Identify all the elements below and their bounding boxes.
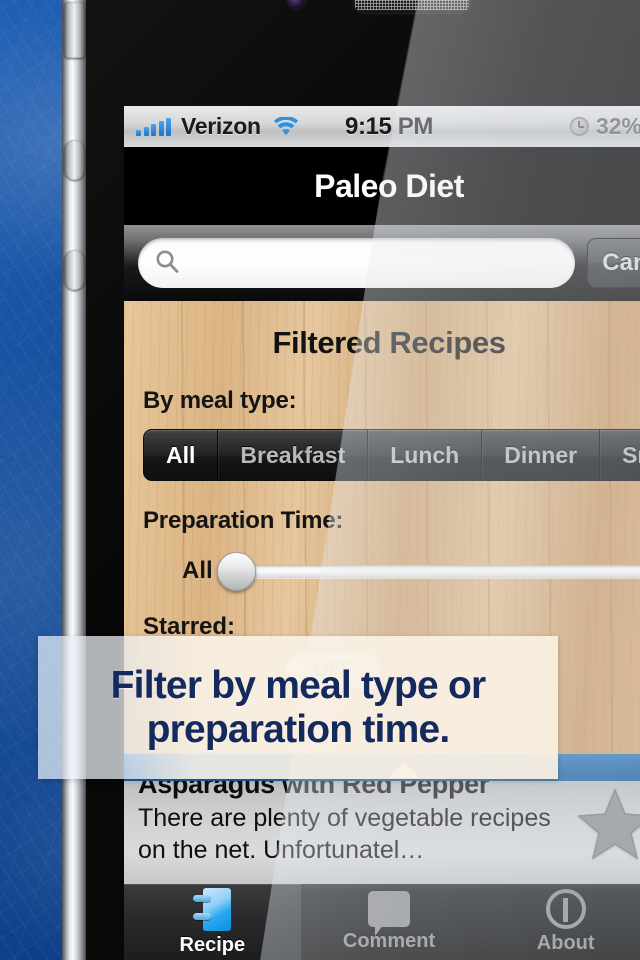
speech-bubble-icon (368, 891, 410, 936)
tab-recipe[interactable]: Recipe (124, 884, 301, 960)
search-input[interactable] (190, 251, 560, 275)
wifi-icon (273, 115, 299, 137)
table-row[interactable]: Asparagus with Red Pepper There are plen… (124, 781, 640, 884)
prep-time-slider[interactable] (216, 551, 640, 591)
meal-type-label: By meal type: (143, 387, 297, 414)
caption-overlay: Filter by meal type or preparation time. (38, 636, 558, 779)
battery-area: 32% (569, 113, 640, 140)
search-field-wrapper[interactable] (138, 238, 576, 288)
phone-screen: Verizon 9:15 PM 32% Paleo Diet Ca Filter… (124, 106, 640, 960)
search-icon (154, 248, 180, 279)
clock-icon (569, 117, 589, 136)
prep-time-slider-row: All (182, 551, 640, 591)
nav-bar: Paleo Diet (124, 147, 640, 225)
caption-line-2: preparation time. (146, 707, 451, 751)
tab-comment-label: Comment (342, 930, 436, 952)
segment-dinner[interactable]: Dinner (482, 430, 601, 480)
filtered-recipes-heading: Filtered Recipes (272, 325, 506, 360)
meal-type-segmented-control[interactable]: All Breakfast Lunch Dinner Snack (143, 429, 640, 481)
tab-recipe-label: Recipe (179, 933, 246, 956)
volume-down-button[interactable] (64, 250, 85, 290)
info-circle-icon (545, 889, 586, 929)
battery-percent: 32% (595, 113, 640, 139)
tab-comment[interactable]: Comment (301, 884, 478, 960)
recipe-title: Asparagus with Red Pepper (138, 781, 490, 799)
star-outline-icon[interactable] (577, 787, 640, 860)
volume-up-button[interactable] (64, 140, 85, 180)
search-bar: Cancel (124, 225, 640, 301)
recipe-description: There are plenty of vegetable recipes on… (138, 804, 551, 864)
segment-all[interactable]: All (144, 430, 219, 480)
segment-breakfast[interactable]: Breakfast (218, 430, 369, 480)
tab-about-label: About (536, 932, 595, 954)
segment-lunch[interactable]: Lunch (368, 430, 483, 480)
cancel-button[interactable]: Cancel (587, 238, 640, 288)
carrier-label: Verizon (181, 113, 261, 139)
prep-time-label: Preparation Time: (143, 507, 344, 534)
signal-bars-icon (136, 117, 171, 136)
tab-about[interactable]: About (477, 884, 640, 960)
segment-snack[interactable]: Snack (600, 430, 640, 480)
caption-line-1: Filter by meal type or (110, 663, 486, 707)
recipe-book-icon (193, 887, 232, 931)
filter-content: Filtered Recipes By meal type: All Break… (124, 301, 640, 884)
slider-knob[interactable] (216, 551, 256, 591)
tab-bar: Recipe Comment About (124, 884, 640, 960)
earpiece-speaker (352, 0, 472, 13)
prep-time-value: All (182, 557, 213, 584)
mute-switch[interactable] (64, 2, 85, 58)
screenshot-stage: Verizon 9:15 PM 32% Paleo Diet Ca Filter… (0, 0, 640, 960)
status-bar: Verizon 9:15 PM 32% (124, 106, 640, 147)
page-title: Paleo Diet (314, 167, 464, 204)
